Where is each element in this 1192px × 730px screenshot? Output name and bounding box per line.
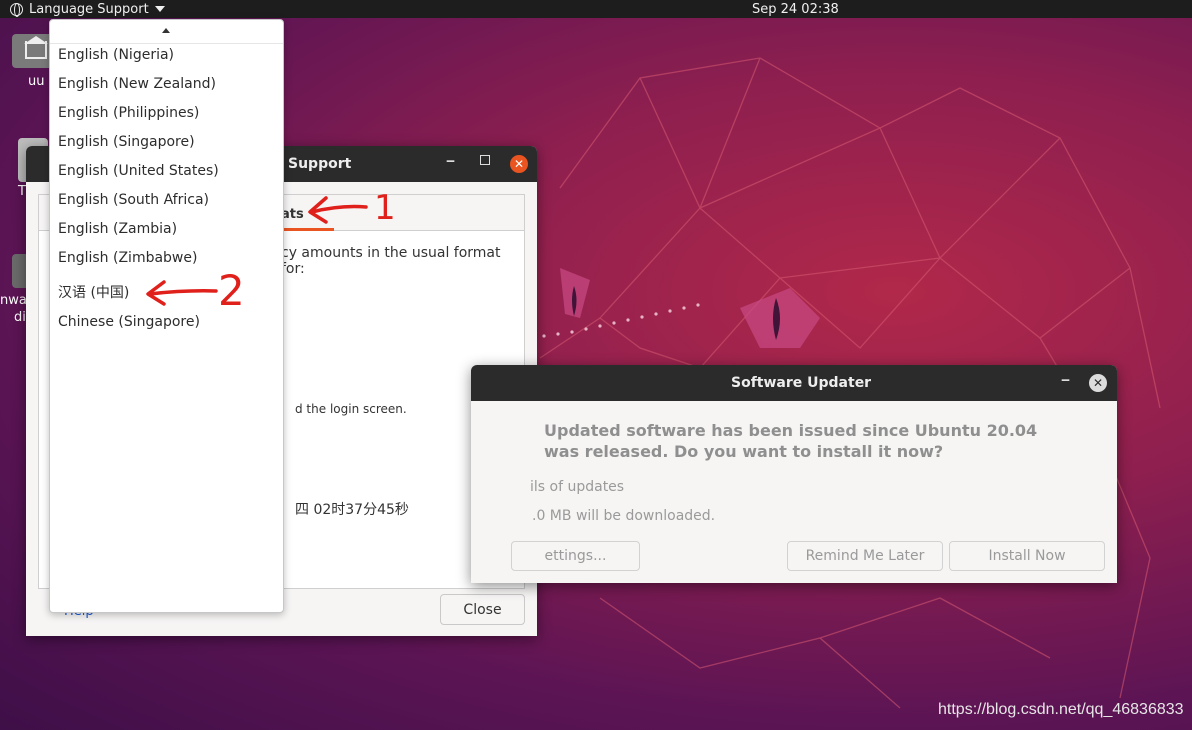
close-icon[interactable]: ✕ xyxy=(510,155,528,173)
close-icon[interactable]: ✕ xyxy=(1089,374,1107,392)
close-button[interactable]: Close xyxy=(440,594,525,625)
software-updater-window: Software Updater ‒ ✕ Updated software ha… xyxy=(471,365,1117,583)
dropdown-item[interactable]: English (Zimbabwe) xyxy=(58,250,197,266)
settings-button[interactable]: ettings... xyxy=(511,541,640,571)
annotation-number-2: 2 xyxy=(218,266,245,315)
desktop-icon-label: uu xyxy=(28,74,45,89)
watermark: https://blog.csdn.net/qq_46836833 xyxy=(938,701,1184,718)
window-title: Software Updater xyxy=(731,375,872,391)
annotation-number-1: 1 xyxy=(374,188,396,228)
maximize-icon[interactable] xyxy=(480,155,490,165)
apply-description: d the login screen. xyxy=(295,402,407,416)
dropdown-item[interactable]: English (United States) xyxy=(58,163,219,179)
updater-heading: Updated software has been issued since U… xyxy=(544,421,1038,461)
clock[interactable]: Sep 24 02:38 xyxy=(752,0,839,18)
dropdown-item[interactable]: English (Nigeria) xyxy=(58,47,174,63)
dropdown-item[interactable]: English (Zambia) xyxy=(58,221,177,237)
dropdown-item[interactable]: English (Singapore) xyxy=(58,134,195,150)
format-description: cy amounts in the usual format for: xyxy=(281,245,501,277)
chevron-down-icon xyxy=(154,6,165,12)
remind-later-button[interactable]: Remind Me Later xyxy=(787,541,943,571)
app-menu[interactable]: Language Support xyxy=(10,0,165,18)
chevron-up-icon xyxy=(162,28,170,33)
date-example: 四 02时37分45秒 xyxy=(295,502,409,518)
dropdown-item[interactable]: English (South Africa) xyxy=(58,192,209,208)
scroll-up-arrow[interactable] xyxy=(50,20,283,44)
language-dropdown: English (Nigeria) English (New Zealand) … xyxy=(49,19,284,613)
minimize-icon[interactable]: ‒ xyxy=(446,154,455,169)
app-menu-label: Language Support xyxy=(29,1,149,17)
window-titlebar[interactable]: Software Updater ‒ ✕ xyxy=(471,365,1117,401)
dropdown-item-chinese-china[interactable]: 汉语 (中国) xyxy=(58,282,129,302)
dropdown-item[interactable]: Chinese (Singapore) xyxy=(58,314,200,330)
download-size: .0 MB will be downloaded. xyxy=(532,508,716,524)
desktop-icon-label: T xyxy=(18,184,26,199)
install-now-button[interactable]: Install Now xyxy=(949,541,1105,571)
top-bar: Language Support Sep 24 02:38 xyxy=(0,0,1192,18)
updates-details[interactable]: ils of updates xyxy=(530,479,624,495)
annotation-arrow-2 xyxy=(146,280,218,306)
dropdown-item[interactable]: English (Philippines) xyxy=(58,105,199,121)
window-title: Support xyxy=(288,156,352,172)
dropdown-item[interactable]: English (New Zealand) xyxy=(58,76,216,92)
minimize-icon[interactable]: ‒ xyxy=(1061,373,1070,388)
desktop-icon-label: nwa xyxy=(0,293,27,308)
desktop-icon-label: di xyxy=(14,310,26,325)
globe-icon xyxy=(10,2,23,17)
